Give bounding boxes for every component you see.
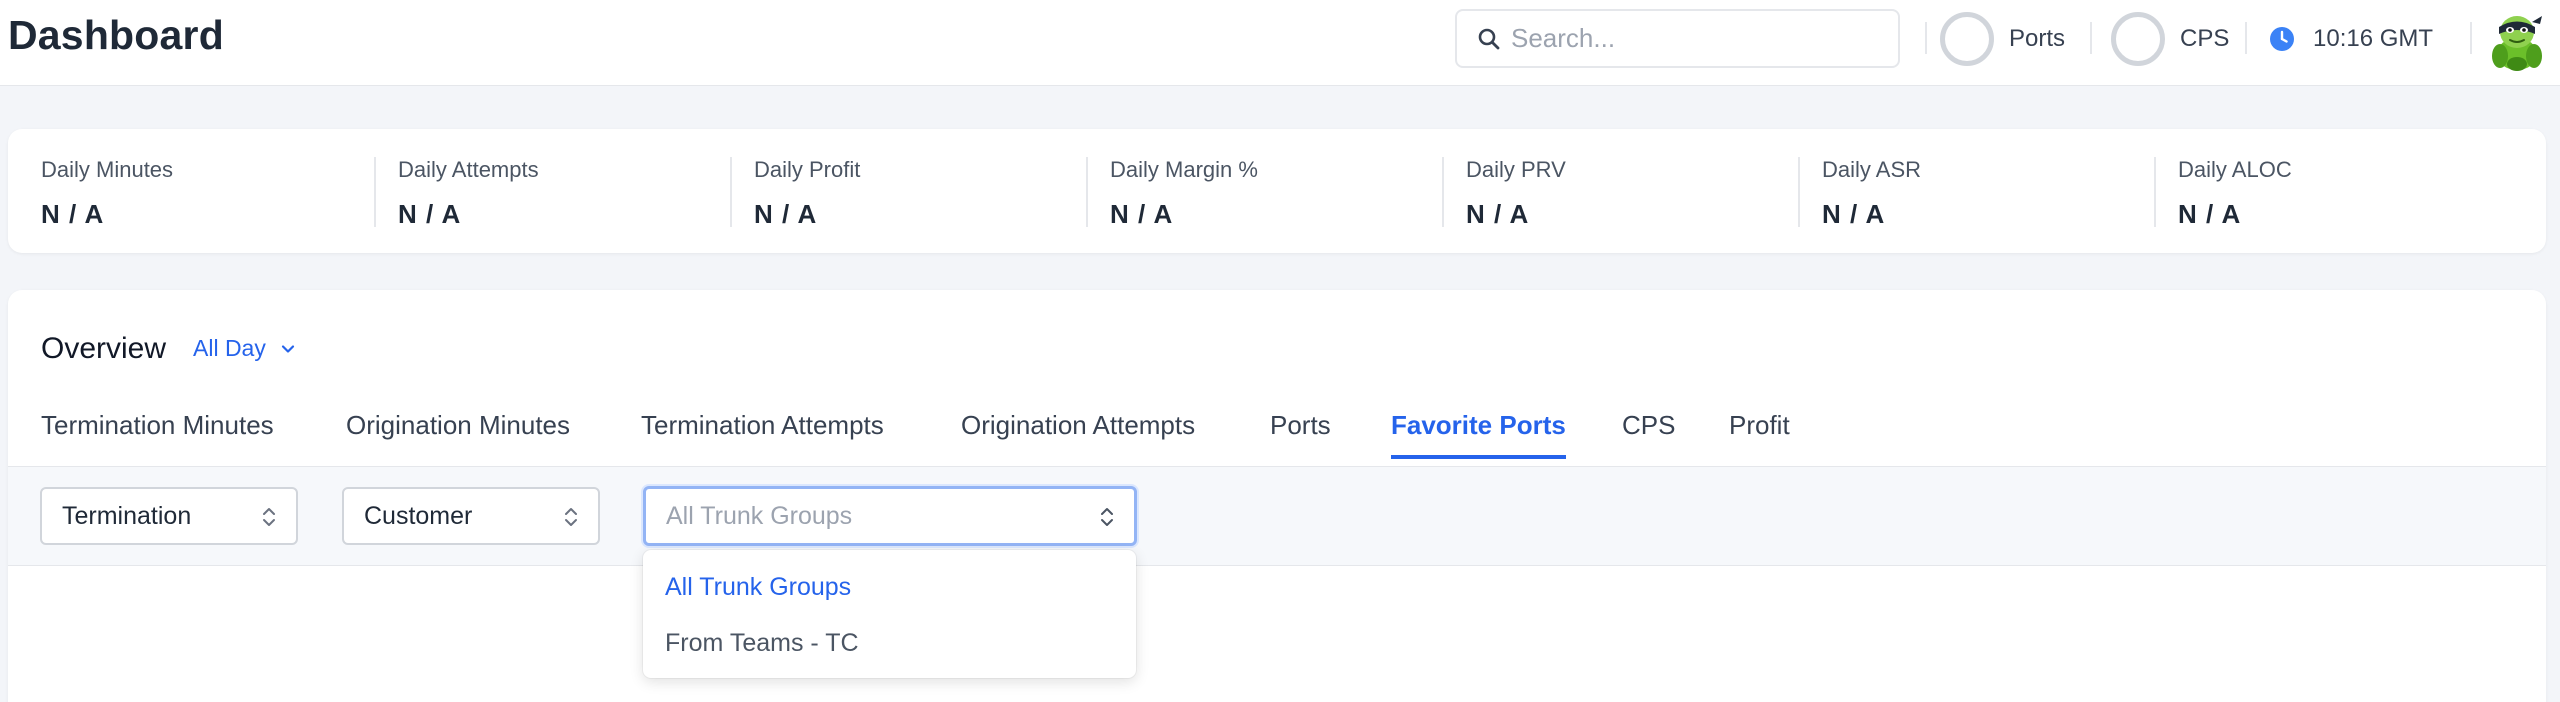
chevron-up-down-icon — [263, 508, 275, 526]
tab-profit[interactable]: Profit — [1729, 410, 1790, 459]
overview-tabs: Termination Minutes Origination Minutes … — [8, 410, 2546, 466]
stat-value: N / A — [398, 199, 462, 229]
stat-label: Daily PRV — [1466, 157, 1566, 182]
daily-stats-card: Daily Minutes N / A Daily Attempts N / A… — [8, 129, 2546, 253]
header-divider — [2090, 22, 2092, 54]
stat-value: N / A — [754, 199, 818, 229]
tab-origination-minutes[interactable]: Origination Minutes — [346, 410, 570, 459]
stat-label: Daily ALOC — [2178, 157, 2292, 182]
overview-title: Overview — [41, 332, 167, 365]
stat-value: N / A — [1822, 199, 1886, 229]
cps-label: CPS — [2180, 25, 2230, 52]
dropdown-option-from-teams-tc[interactable]: From Teams - TC — [665, 629, 859, 658]
top-header: Dashboard Ports CPS 10:16 GMT — [0, 0, 2560, 86]
search-icon — [1478, 28, 1500, 49]
chevron-down-icon — [281, 344, 294, 353]
avatar[interactable] — [2488, 10, 2546, 72]
tab-cps[interactable]: CPS — [1622, 410, 1675, 459]
tab-termination-minutes[interactable]: Termination Minutes — [41, 410, 274, 459]
header-divider — [1925, 22, 1927, 54]
stat-daily-attempts: Daily Attempts N / A — [374, 157, 539, 229]
stat-daily-profit: Daily Profit N / A — [730, 157, 861, 229]
overview-card: Overview All Day Termination Minutes Ori… — [8, 290, 2546, 702]
filter-bar: Termination Customer All Trunk Groups — [8, 466, 2546, 566]
stat-value: N / A — [2178, 199, 2242, 229]
stat-label: Daily Minutes — [41, 157, 174, 182]
direction-select-value: Termination — [62, 501, 192, 530]
page-title: Dashboard — [8, 12, 224, 58]
trunk-group-dropdown: All Trunk Groups From Teams - TC — [643, 550, 1136, 678]
period-label: All Day — [193, 335, 266, 361]
party-select[interactable]: Customer — [342, 487, 600, 545]
tab-termination-attempts[interactable]: Termination Attempts — [641, 410, 884, 459]
search-box[interactable] — [1455, 9, 1900, 68]
header-divider — [2470, 22, 2472, 54]
trunk-group-select-placeholder: All Trunk Groups — [666, 501, 853, 530]
party-select-value: Customer — [364, 501, 473, 530]
trunk-group-select[interactable]: All Trunk Groups — [643, 486, 1137, 546]
clock-icon — [2270, 27, 2294, 51]
tab-origination-attempts[interactable]: Origination Attempts — [961, 410, 1195, 459]
stat-value: N / A — [1466, 199, 1530, 229]
ports-label: Ports — [2009, 25, 2066, 52]
period-dropdown[interactable]: All Day — [193, 335, 296, 362]
stat-daily-margin: Daily Margin % N / A — [1086, 157, 1258, 229]
stat-label: Daily Profit — [754, 157, 861, 182]
chevron-up-down-icon — [1101, 508, 1113, 526]
stat-daily-asr: Daily ASR N / A — [1798, 157, 1922, 229]
stat-daily-prv: Daily PRV N / A — [1442, 157, 1566, 229]
chevron-up-down-icon — [565, 508, 577, 526]
tab-favorite-ports[interactable]: Favorite Ports — [1391, 410, 1566, 459]
stat-daily-aloc: Daily ALOC N / A — [2154, 157, 2292, 229]
search-input[interactable] — [1511, 23, 1891, 54]
stat-value: N / A — [41, 199, 105, 229]
stat-daily-minutes: Daily Minutes N / A — [41, 157, 174, 229]
stat-label: Daily Margin % — [1110, 157, 1258, 182]
tab-ports[interactable]: Ports — [1270, 410, 1331, 459]
cps-gauge-icon — [2111, 12, 2165, 66]
dropdown-option-all-trunk-groups[interactable]: All Trunk Groups — [665, 573, 851, 602]
clock-time: 10:16 GMT — [2313, 25, 2434, 52]
stat-label: Daily Attempts — [398, 157, 539, 182]
header-divider — [2245, 22, 2247, 54]
ports-gauge-icon — [1940, 12, 1994, 66]
stat-value: N / A — [1110, 199, 1174, 229]
direction-select[interactable]: Termination — [40, 487, 298, 545]
stat-label: Daily ASR — [1822, 157, 1922, 182]
